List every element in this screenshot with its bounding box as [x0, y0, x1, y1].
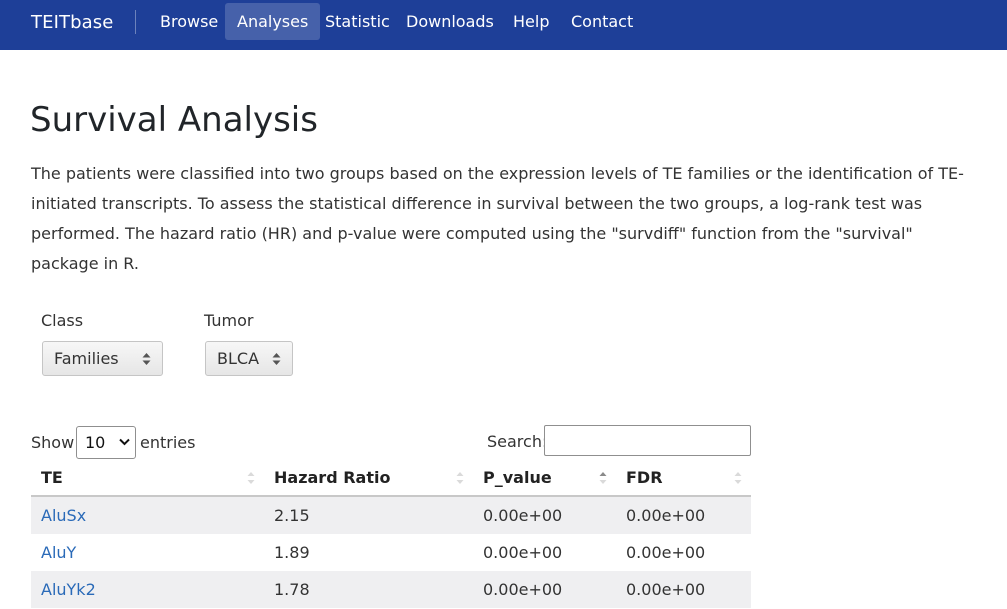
hazard-ratio-cell: 1.78: [274, 580, 310, 599]
page-length-select[interactable]: 10: [76, 426, 136, 459]
page-title: Survival Analysis: [30, 100, 318, 140]
nav-divider: [135, 10, 136, 34]
nav-item-browse[interactable]: Browse: [148, 3, 230, 40]
sort-icon: [247, 472, 255, 484]
nav-item-help[interactable]: Help: [501, 3, 561, 40]
te-cell: AluYk2: [31, 571, 96, 608]
class-select-value: Families: [54, 349, 119, 368]
te-link[interactable]: AluY: [41, 543, 76, 562]
class-select[interactable]: Families: [42, 341, 163, 376]
te-cell: AluY: [31, 534, 76, 571]
sort-ascending-icon: [599, 472, 607, 484]
page-length-value: 10: [85, 433, 106, 452]
column-header-label: Hazard Ratio: [274, 468, 391, 487]
column-header-p-value[interactable]: P_value: [473, 460, 616, 495]
sort-icon: [734, 472, 742, 484]
fdr-cell: 0.00e+00: [626, 543, 706, 562]
tumor-filter-label: Tumor: [204, 311, 254, 330]
column-header-label: FDR: [626, 468, 663, 487]
hazard-ratio-cell: 1.89: [274, 543, 310, 562]
table-row: AluYk2 1.78 0.00e+00 0.00e+00: [31, 571, 751, 608]
survival-table: TE Hazard Ratio P_value FDR AluSx 2.15 0…: [31, 460, 751, 608]
brand-logo[interactable]: TEITbase: [31, 12, 113, 34]
search-input[interactable]: [544, 425, 751, 456]
nav-item-statistic[interactable]: Statistic: [313, 3, 402, 40]
fdr-cell: 0.00e+00: [626, 580, 706, 599]
column-header-te[interactable]: TE: [31, 460, 264, 495]
entries-label: entries: [140, 433, 196, 452]
fdr-cell: 0.00e+00: [626, 506, 706, 525]
column-header-label: TE: [41, 468, 63, 487]
select-arrows-icon: [142, 353, 151, 365]
p-value-cell: 0.00e+00: [483, 580, 563, 599]
chevron-down-icon: [119, 438, 130, 446]
column-header-fdr[interactable]: FDR: [616, 460, 751, 495]
te-cell: AluSx: [31, 497, 86, 534]
p-value-cell: 0.00e+00: [483, 506, 563, 525]
column-header-label: P_value: [483, 468, 552, 487]
hazard-ratio-cell: 2.15: [274, 506, 310, 525]
show-label: Show: [31, 433, 75, 452]
search-label: Search:: [487, 432, 548, 451]
table-header-row: TE Hazard Ratio P_value FDR: [31, 460, 751, 497]
nav-item-analyses[interactable]: Analyses: [225, 3, 321, 40]
table-row: AluSx 2.15 0.00e+00 0.00e+00: [31, 497, 751, 534]
tumor-select[interactable]: BLCA: [205, 341, 293, 376]
tumor-select-value: BLCA: [217, 349, 260, 368]
te-link[interactable]: AluYk2: [41, 580, 96, 599]
sort-icon: [456, 472, 464, 484]
te-link[interactable]: AluSx: [41, 506, 86, 525]
top-navbar: TEITbase Browse Analyses Statistic Downl…: [0, 0, 1007, 50]
nav-item-contact[interactable]: Contact: [559, 3, 645, 40]
select-arrows-icon: [272, 353, 281, 365]
column-header-hazard-ratio[interactable]: Hazard Ratio: [264, 460, 473, 495]
table-row: AluY 1.89 0.00e+00 0.00e+00: [31, 534, 751, 571]
class-filter-label: Class: [41, 311, 84, 330]
page-description: The patients were classified into two gr…: [31, 164, 964, 273]
nav-item-downloads[interactable]: Downloads: [394, 3, 506, 40]
p-value-cell: 0.00e+00: [483, 543, 563, 562]
